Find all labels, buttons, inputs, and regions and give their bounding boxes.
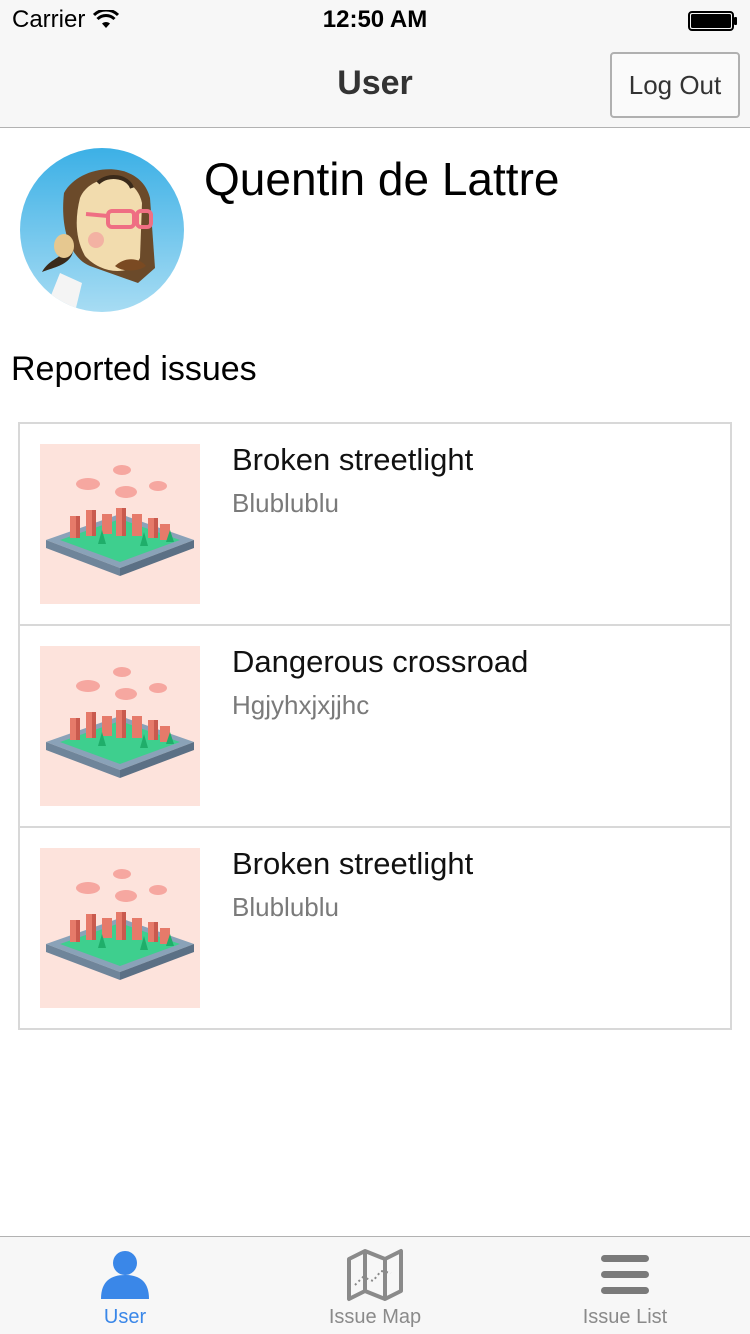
issue-thumbnail bbox=[40, 848, 200, 1008]
status-bar: Carrier 12:50 AM bbox=[0, 0, 750, 40]
section-title: Reported issues bbox=[11, 350, 257, 388]
navigation-bar: User Log Out bbox=[0, 40, 750, 128]
city-illustration bbox=[46, 465, 194, 576]
user-icon bbox=[101, 1251, 149, 1299]
status-time: 12:50 AM bbox=[322, 6, 428, 33]
issue-description: Hgjyhxjxjjhc bbox=[232, 690, 370, 720]
issue-title: Broken streetlight bbox=[232, 442, 474, 477]
list-icon bbox=[601, 1255, 649, 1294]
issue-row[interactable]: Dangerous crossroad Hgjyhxjxjjhc bbox=[20, 626, 730, 828]
issue-row[interactable]: Broken streetlight Blublublu bbox=[20, 828, 730, 1030]
tab-label: User bbox=[103, 1306, 147, 1328]
issue-description: Blublublu bbox=[232, 892, 339, 922]
tab-label: Issue List bbox=[582, 1306, 668, 1328]
issue-title: Broken streetlight bbox=[232, 846, 474, 881]
city-illustration bbox=[46, 667, 194, 778]
logout-button[interactable]: Log Out bbox=[610, 52, 740, 118]
tab-user[interactable]: User bbox=[0, 1237, 250, 1334]
user-name: Quentin de Lattre bbox=[204, 153, 560, 205]
issue-thumbnail bbox=[40, 646, 200, 806]
tab-label: Issue Map bbox=[328, 1306, 422, 1328]
tab-bar: User Issue Map Issue List bbox=[0, 1236, 750, 1334]
issue-description: Blublublu bbox=[232, 488, 339, 518]
avatar bbox=[20, 148, 184, 312]
tab-issue-list[interactable]: Issue List bbox=[500, 1237, 750, 1334]
battery-icon bbox=[688, 11, 737, 31]
issue-list: Broken streetlight Blublublu Dangerous c… bbox=[18, 422, 732, 1030]
issue-title: Dangerous crossroad bbox=[232, 644, 529, 679]
issue-row[interactable]: Broken streetlight Blublublu bbox=[20, 424, 730, 626]
tab-issue-map[interactable]: Issue Map bbox=[250, 1237, 500, 1334]
map-icon bbox=[347, 1249, 403, 1301]
city-illustration bbox=[46, 869, 194, 980]
issue-thumbnail bbox=[40, 444, 200, 604]
avatar-illustration bbox=[20, 148, 184, 312]
